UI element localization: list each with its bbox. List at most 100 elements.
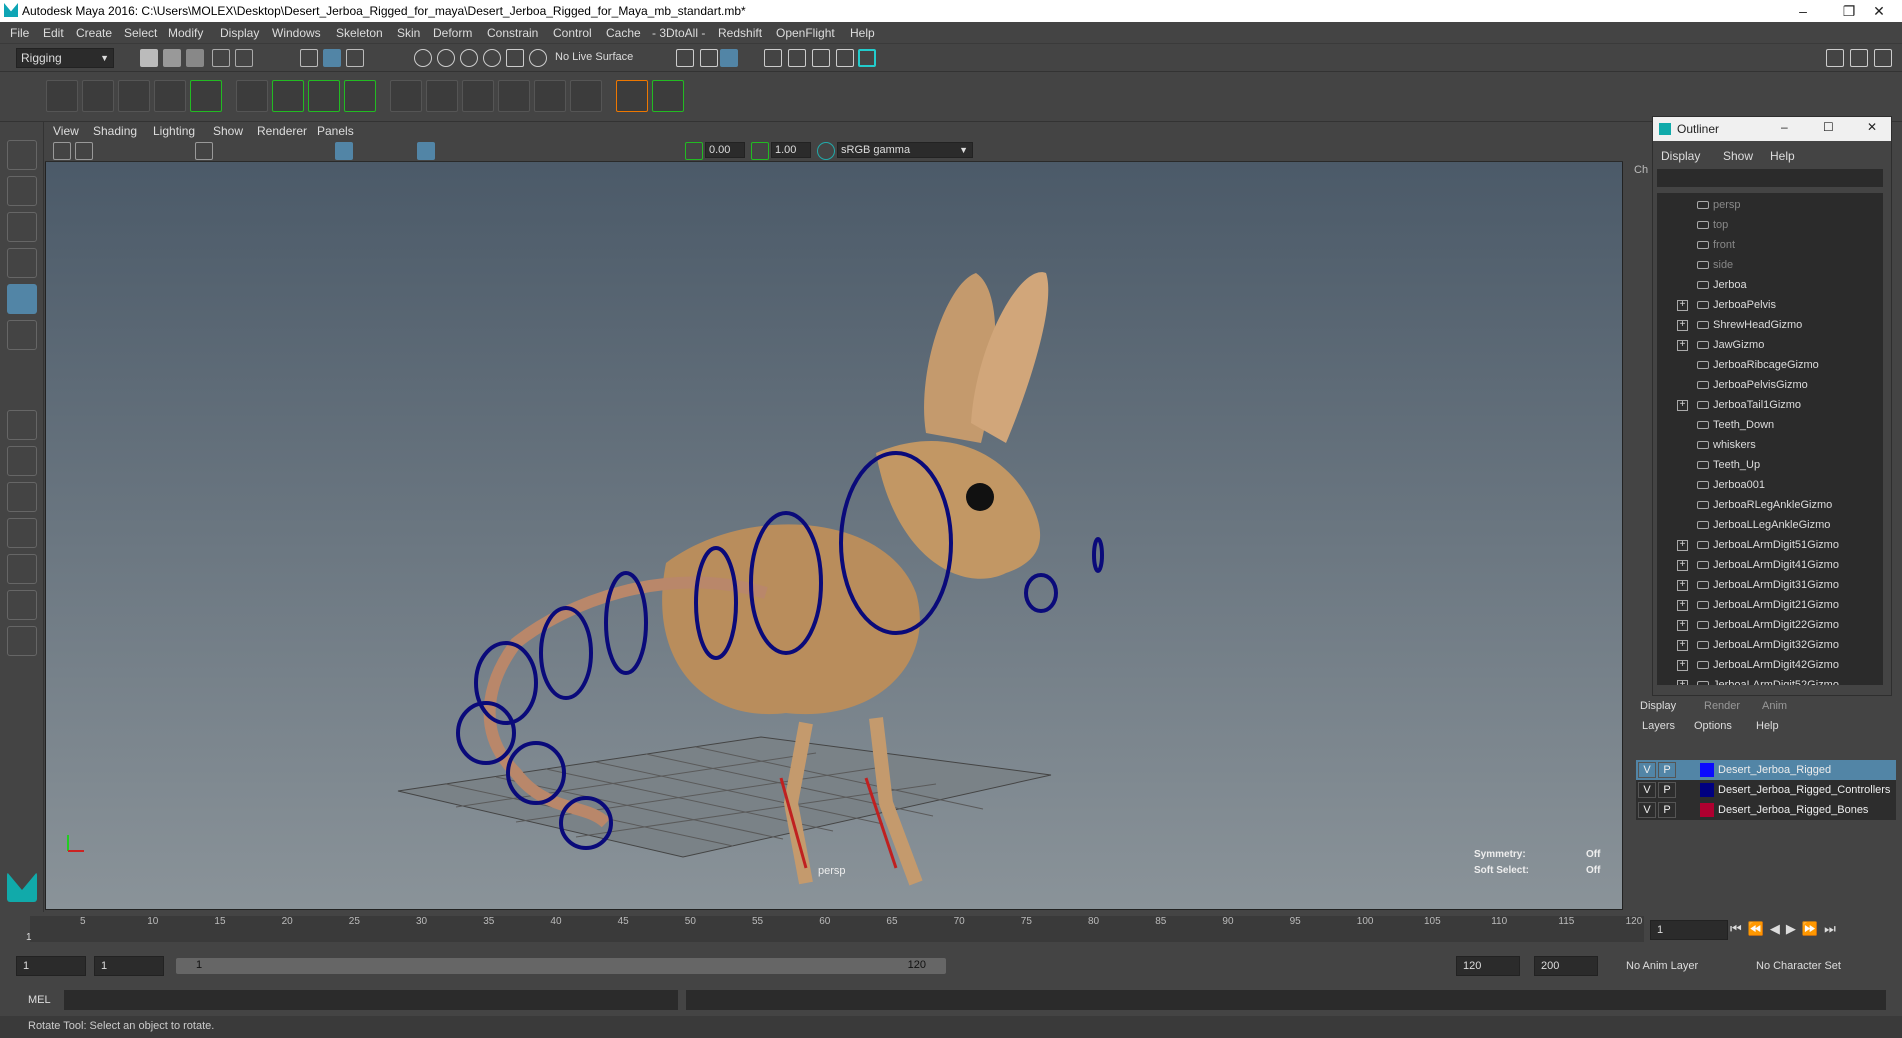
- playback-end-input[interactable]: 120: [1456, 956, 1520, 976]
- outliner-maximize-button[interactable]: ☐: [1823, 120, 1834, 134]
- playback-controls-icon[interactable]: ⏮⏪◀▶⏩⏭: [1730, 921, 1842, 937]
- cluster-icon[interactable]: [344, 80, 376, 112]
- outliner-item[interactable]: + JawGizmo: [1657, 335, 1883, 355]
- render-frame-icon[interactable]: [788, 49, 806, 67]
- construction-history-icon[interactable]: [700, 49, 718, 67]
- gamma-input[interactable]: 1.00: [771, 142, 811, 158]
- layers-menu-layers[interactable]: Layers: [1642, 720, 1675, 732]
- channel-box-tab[interactable]: Ch: [1634, 164, 1648, 176]
- layer-visibility-toggle[interactable]: V: [1638, 782, 1656, 798]
- outliner-item[interactable]: side: [1657, 255, 1883, 275]
- tab-display[interactable]: Display: [1640, 700, 1676, 712]
- input-ops-icon[interactable]: [676, 49, 694, 67]
- pole-vector-icon[interactable]: [570, 80, 602, 112]
- menu-help[interactable]: Help: [850, 26, 875, 40]
- expand-icon[interactable]: +: [1677, 560, 1688, 571]
- save-scene-icon[interactable]: [186, 49, 204, 67]
- expand-icon[interactable]: +: [1677, 580, 1688, 591]
- undo-icon[interactable]: [212, 49, 230, 67]
- outliner-item[interactable]: + JerboaLArmDigit21Gizmo: [1657, 595, 1883, 615]
- layout-single-icon[interactable]: [7, 410, 37, 440]
- paint-weights-icon[interactable]: [272, 80, 304, 112]
- ik-handle-icon[interactable]: [190, 80, 222, 112]
- new-scene-icon[interactable]: [140, 49, 158, 67]
- expand-icon[interactable]: +: [1677, 600, 1688, 611]
- camera-select-icon[interactable]: [53, 142, 71, 160]
- outliner-item[interactable]: + JerboaLArmDigit41Gizmo: [1657, 555, 1883, 575]
- toggle-attribute-editor-icon[interactable]: [1826, 49, 1844, 67]
- outliner-menu-show[interactable]: Show: [1723, 149, 1753, 163]
- menu-display[interactable]: Display: [220, 26, 259, 40]
- outliner-item[interactable]: + JerboaLArmDigit31Gizmo: [1657, 575, 1883, 595]
- layer-color-swatch[interactable]: [1700, 763, 1714, 777]
- expand-icon[interactable]: +: [1677, 620, 1688, 631]
- exposure-input[interactable]: 0.00: [705, 142, 745, 158]
- snap-pivot-icon[interactable]: [529, 49, 547, 67]
- scale-tool-icon[interactable]: [7, 320, 37, 350]
- layout-graph-icon[interactable]: [7, 554, 37, 584]
- grid-toggle-icon[interactable]: [195, 142, 213, 160]
- playback-start-input[interactable]: 1: [94, 956, 164, 976]
- outliner-item[interactable]: + JerboaLArmDigit51Gizmo: [1657, 535, 1883, 555]
- open-scene-icon[interactable]: [163, 49, 181, 67]
- expand-icon[interactable]: +: [1677, 640, 1688, 651]
- layout-outliner-icon[interactable]: [7, 518, 37, 548]
- snap-view-icon[interactable]: [483, 49, 501, 67]
- menu-file[interactable]: File: [10, 26, 29, 40]
- outliner-item[interactable]: JerboaRibcageGizmo: [1657, 355, 1883, 375]
- outliner-item[interactable]: persp: [1657, 195, 1883, 215]
- vp-menu-renderer[interactable]: Renderer: [257, 124, 307, 138]
- redo-icon[interactable]: [235, 49, 253, 67]
- layout-two-icon[interactable]: [7, 482, 37, 512]
- outliner-item[interactable]: + JerboaLArmDigit32Gizmo: [1657, 635, 1883, 655]
- mode-dropdown[interactable]: Rigging ▼: [16, 48, 114, 68]
- output-ops-icon[interactable]: [720, 49, 738, 67]
- minimize-button[interactable]: –: [1780, 0, 1826, 22]
- outliner-item[interactable]: Teeth_Down: [1657, 415, 1883, 435]
- outliner-item[interactable]: whiskers: [1657, 435, 1883, 455]
- time-slider[interactable]: 5 10 15 20 25 30 35 40 45 50 55 60 65 70 75 80 85 90 95 100…: [0, 912, 1902, 948]
- outliner-menu-help[interactable]: Help: [1770, 149, 1795, 163]
- expand-icon[interactable]: +: [1677, 680, 1688, 685]
- menu-constrain[interactable]: Constrain: [487, 26, 538, 40]
- toggle-channel-box-icon[interactable]: [1874, 49, 1892, 67]
- outliner-item[interactable]: Jerboa001: [1657, 475, 1883, 495]
- vp-menu-view[interactable]: View: [53, 124, 79, 138]
- select-object-icon[interactable]: [323, 49, 341, 67]
- expand-icon[interactable]: +: [1677, 340, 1688, 351]
- menu-skeleton[interactable]: Skeleton: [336, 26, 383, 40]
- outliner-item[interactable]: + JerboaLArmDigit52Gizmo: [1657, 675, 1883, 685]
- snap-curve-icon[interactable]: [437, 49, 455, 67]
- aim-constraint-icon[interactable]: [534, 80, 566, 112]
- layer-row[interactable]: V P Desert_Jerboa_Rigged_Controllers: [1636, 780, 1896, 800]
- snap-point-icon[interactable]: [460, 49, 478, 67]
- toggle-tool-settings-icon[interactable]: [1850, 49, 1868, 67]
- layout-hypershade-icon[interactable]: [7, 590, 37, 620]
- orient-constraint-icon[interactable]: [462, 80, 494, 112]
- menu-openflight[interactable]: OpenFlight: [776, 26, 835, 40]
- time-slider-track[interactable]: [30, 916, 1644, 942]
- color-management-icon[interactable]: [817, 142, 835, 160]
- layer-row[interactable]: V P Desert_Jerboa_Rigged_Bones: [1636, 800, 1896, 820]
- layers-menu-help[interactable]: Help: [1756, 720, 1779, 732]
- expand-icon[interactable]: +: [1677, 400, 1688, 411]
- point-constraint-icon[interactable]: [426, 80, 458, 112]
- layer-visibility-toggle[interactable]: V: [1638, 802, 1656, 818]
- menu-create[interactable]: Create: [76, 26, 112, 40]
- outliner-item[interactable]: JerboaPelvisGizmo: [1657, 375, 1883, 395]
- outliner-item[interactable]: Jerboa: [1657, 275, 1883, 295]
- layer-playback-toggle[interactable]: P: [1658, 782, 1676, 798]
- outliner-search-input[interactable]: [1657, 169, 1883, 187]
- menu-3dtoall[interactable]: - 3DtoAll -: [652, 26, 705, 40]
- outliner-item[interactable]: + JerboaLArmDigit42Gizmo: [1657, 655, 1883, 675]
- expand-icon[interactable]: +: [1677, 320, 1688, 331]
- outliner-item[interactable]: + ShrewHeadGizmo: [1657, 315, 1883, 335]
- locator-icon[interactable]: [616, 80, 648, 112]
- outliner-item[interactable]: + JerboaPelvis: [1657, 295, 1883, 315]
- layer-color-swatch[interactable]: [1700, 783, 1714, 797]
- menu-edit[interactable]: Edit: [43, 26, 64, 40]
- outliner-close-button[interactable]: ✕: [1867, 120, 1877, 134]
- move-tool-icon[interactable]: [7, 248, 37, 278]
- lasso-tool-icon[interactable]: [7, 176, 37, 206]
- menu-skin[interactable]: Skin: [397, 26, 420, 40]
